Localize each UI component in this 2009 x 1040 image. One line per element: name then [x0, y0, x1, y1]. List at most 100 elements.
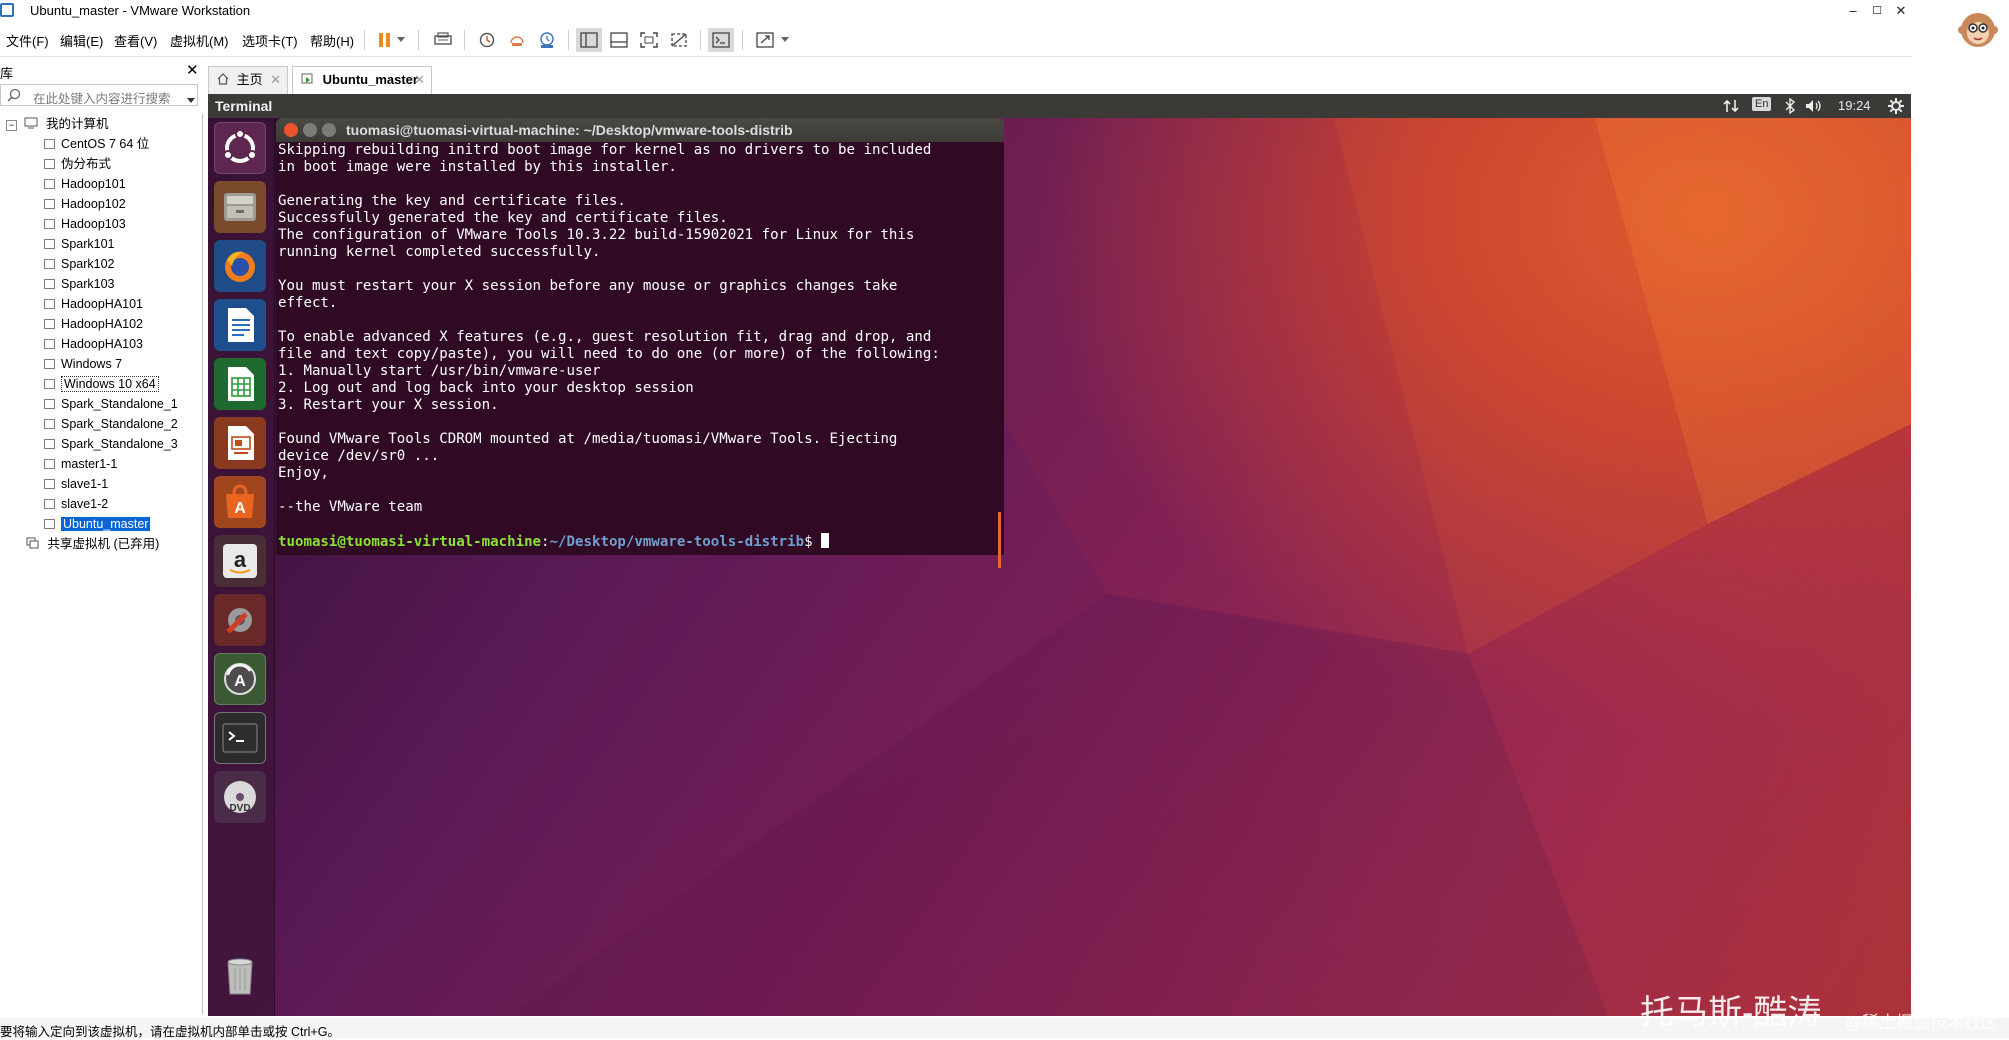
- user-avatar[interactable]: [1955, 6, 2001, 52]
- ubuntu-dash-icon[interactable]: [214, 122, 266, 174]
- tree-vm-item[interactable]: master1-1: [44, 455, 117, 473]
- library-search-input[interactable]: 在此处键入内容进行搜索: [0, 84, 198, 106]
- terminal-output[interactable]: Skipping rebuilding initrd boot image fo…: [276, 142, 1004, 555]
- tree-vm-item[interactable]: Spark_Standalone_2: [44, 415, 178, 433]
- tree-vm-item[interactable]: HadoopHA103: [44, 335, 143, 353]
- tab-home[interactable]: 主页 ✕: [208, 66, 288, 94]
- ubuntu-software-icon[interactable]: A: [214, 476, 266, 528]
- console-view-icon[interactable]: [708, 28, 734, 52]
- tab-ubuntu-master[interactable]: Ubuntu_master ✕: [292, 66, 432, 94]
- tree-vm-item[interactable]: 伪分布式: [44, 155, 111, 173]
- tree-vm-label: Spark103: [61, 277, 115, 291]
- tree-vm-item[interactable]: Hadoop103: [44, 215, 126, 233]
- chevron-down-icon[interactable]: [394, 28, 408, 52]
- dvd-icon[interactable]: DVD: [214, 771, 266, 823]
- tree-vm-label: slave1-2: [61, 497, 109, 511]
- firefox-icon[interactable]: [214, 240, 266, 292]
- vm-display[interactable]: Terminal En 19:24 A a A DVD tuomasi@tuom…: [208, 94, 1911, 1016]
- tree-vm-item[interactable]: Spark_Standalone_1: [44, 395, 178, 413]
- software-updater-icon[interactable]: A: [214, 653, 266, 705]
- tree-shared-vms[interactable]: 共享虚拟机 (已弃用): [26, 535, 159, 553]
- volume-icon[interactable]: [1804, 98, 1824, 117]
- menu-toolbar: 文件(F) 编辑(E) 查看(V) 虚拟机(M) 选项卡(T) 帮助(H): [0, 22, 1912, 57]
- revert-snapshot-icon[interactable]: [504, 28, 530, 52]
- bluetooth-icon[interactable]: [1784, 97, 1796, 117]
- close-icon[interactable]: ✕: [414, 67, 425, 93]
- terminal-line: running kernel completed successfully.: [278, 244, 601, 260]
- amazon-icon[interactable]: a: [214, 535, 266, 587]
- tree-root-my-computer[interactable]: − 我的计算机: [6, 115, 108, 133]
- tree-vm-item[interactable]: Spark102: [44, 255, 115, 273]
- menu-view[interactable]: 查看(V): [114, 31, 157, 50]
- collapse-icon[interactable]: −: [6, 120, 17, 131]
- tree-vm-item[interactable]: slave1-1: [44, 475, 108, 493]
- library-close-button[interactable]: ✕: [186, 61, 199, 79]
- network-icon[interactable]: [1723, 98, 1739, 117]
- terminal-icon[interactable]: [214, 712, 266, 764]
- menu-tabs[interactable]: 选项卡(T): [242, 31, 298, 50]
- status-text: 要将输入定向到该虚拟机，请在虚拟机内部单击或按 Ctrl+G。: [0, 1025, 340, 1039]
- tree-vm-item[interactable]: Spark_Standalone_3: [44, 435, 178, 453]
- toolbar-separator: [418, 30, 419, 50]
- clock[interactable]: 19:24: [1838, 98, 1871, 113]
- svg-text:A: A: [234, 500, 246, 517]
- close-icon[interactable]: ✕: [270, 67, 281, 93]
- terminal-line: file and text copy/paste), you will need…: [278, 346, 940, 362]
- vm-icon: [44, 359, 55, 369]
- tree-vm-item[interactable]: Windows 10 x64: [44, 375, 159, 393]
- terminal-line: --the VMware team: [278, 499, 423, 515]
- full-screen-icon[interactable]: [636, 28, 662, 52]
- menu-edit[interactable]: 编辑(E): [60, 31, 103, 50]
- terminal-line: 2. Log out and log back into your deskto…: [278, 380, 694, 396]
- tree-vm-label: HadoopHA102: [61, 317, 144, 331]
- tree-vm-item[interactable]: Windows 7: [44, 355, 122, 373]
- terminal-maximize-icon[interactable]: [322, 123, 336, 137]
- terminal-close-icon[interactable]: [284, 123, 298, 137]
- chevron-down-icon[interactable]: [778, 28, 792, 52]
- system-settings-icon[interactable]: [214, 594, 266, 646]
- menu-file[interactable]: 文件(F): [6, 31, 49, 50]
- tree-vm-item[interactable]: slave1-2: [44, 495, 108, 513]
- tree-vm-item[interactable]: Ubuntu_master: [44, 515, 151, 533]
- tab-ubuntu-master-label: Ubuntu_master: [322, 72, 418, 87]
- tree-vm-item[interactable]: HadoopHA102: [44, 315, 143, 333]
- keyboard-layout-indicator[interactable]: En: [1752, 97, 1772, 111]
- terminal-prompt-line[interactable]: tuomasi@tuomasi-virtual-machine:~/Deskto…: [278, 533, 1004, 550]
- tree-vm-label: Windows 7: [61, 357, 123, 371]
- tree-vm-label: Windows 10 x64: [61, 376, 159, 392]
- libreoffice-writer-icon[interactable]: [214, 299, 266, 351]
- libreoffice-calc-icon[interactable]: [214, 358, 266, 410]
- tree-vm-label: 伪分布式: [61, 157, 112, 171]
- tree-vm-item[interactable]: HadoopHA101: [44, 295, 143, 313]
- menu-help[interactable]: 帮助(H): [310, 31, 354, 50]
- tree-vm-label: Spark_Standalone_1: [61, 397, 178, 411]
- tree-vm-item[interactable]: Spark103: [44, 275, 115, 293]
- close-window-button[interactable]: ✕: [1886, 0, 1916, 22]
- snapshot-manager-icon[interactable]: [534, 28, 560, 52]
- thumbnail-bar-icon[interactable]: [606, 28, 632, 52]
- tree-vm-item[interactable]: Hadoop101: [44, 175, 126, 193]
- menu-vm[interactable]: 虚拟机(M): [170, 31, 229, 50]
- terminal-scrollbar[interactable]: [998, 512, 1001, 568]
- chevron-down-icon[interactable]: [187, 92, 195, 107]
- files-icon[interactable]: [214, 181, 266, 233]
- tree-vm-item[interactable]: Spark101: [44, 235, 115, 253]
- watermark-text: 托马斯-酷涛: [1640, 994, 1822, 1032]
- tree-vm-item[interactable]: CentOS 7 64 位: [44, 135, 149, 153]
- terminal-line: 3. Restart your X session.: [278, 397, 499, 413]
- tree-vm-label: HadoopHA101: [61, 297, 144, 311]
- show-library-icon[interactable]: [576, 28, 602, 52]
- terminal-window[interactable]: tuomasi@tuomasi-virtual-machine: ~/Deskt…: [276, 118, 1004, 568]
- snapshot-icon[interactable]: [474, 28, 500, 52]
- terminal-minimize-icon[interactable]: [303, 123, 317, 137]
- trash-icon[interactable]: [214, 950, 266, 1002]
- system-gear-icon[interactable]: [1888, 98, 1904, 117]
- send-keys-icon[interactable]: [430, 28, 456, 52]
- unity-mode-icon[interactable]: [666, 28, 692, 52]
- terminal-titlebar[interactable]: tuomasi@tuomasi-virtual-machine: ~/Deskt…: [276, 118, 1004, 142]
- stretch-guest-icon[interactable]: [752, 28, 778, 52]
- libreoffice-impress-icon[interactable]: [214, 417, 266, 469]
- tree-vm-item[interactable]: Hadoop102: [44, 195, 126, 213]
- window-title: Ubuntu_master - VMware Workstation: [30, 3, 251, 18]
